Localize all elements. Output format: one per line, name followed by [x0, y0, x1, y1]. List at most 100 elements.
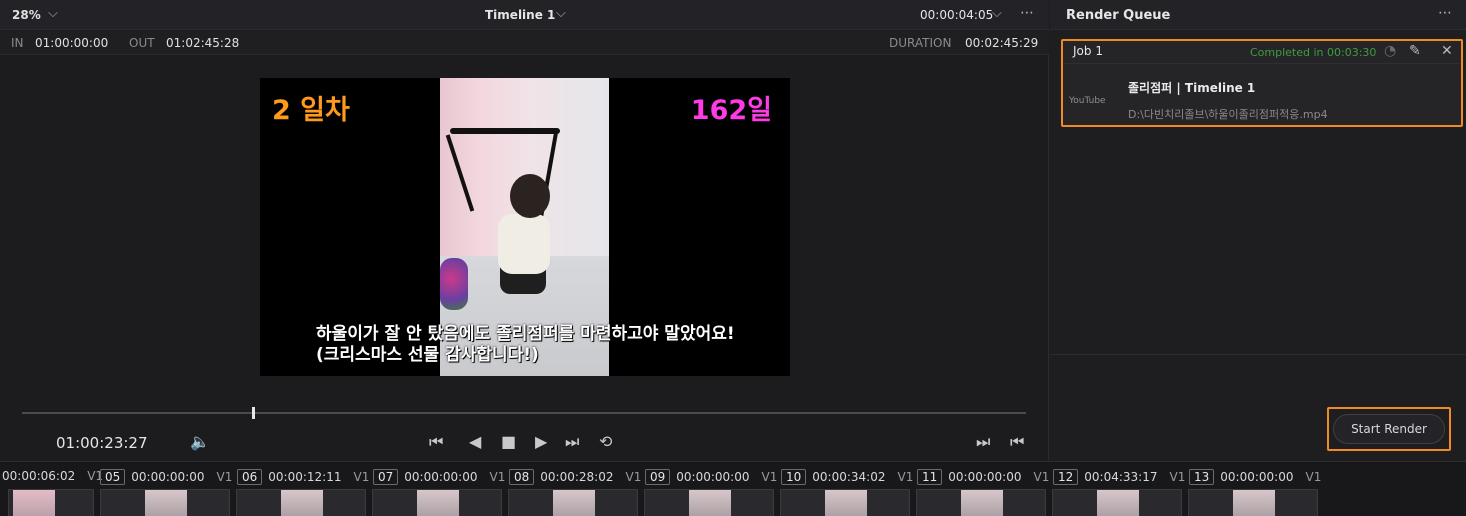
clip-timecode: 00:00:12:11 [268, 470, 342, 484]
clip-thumbnail-image [417, 490, 459, 516]
clip-number: 10 [781, 469, 807, 485]
clip-thumbnail-image [1233, 490, 1275, 516]
render-queue-title: Render Queue [1066, 8, 1171, 23]
render-queue-panel: Render Queue ⋯ Job 1 Completed in 00:03:… [1050, 0, 1466, 460]
remove-job-icon[interactable]: ✕ [1441, 43, 1453, 59]
previous-clip-icon[interactable]: ⏮ [1010, 432, 1024, 452]
clip-header[interactable]: 07 00:00:00:00 V1 [373, 469, 505, 485]
clip-thumbnail-image [689, 490, 731, 516]
resolve-deliver-page: 28% ⌵ Timeline 1 ⌵ 00:00:04:05 ⌵ ⋯ IN 01… [0, 0, 1466, 516]
subtitle-line-1: 하울이가 잘 안 탔음에도 졸리점퍼를 마련하고야 말았어요! [316, 324, 735, 344]
go-to-end-icon[interactable]: ⏭ [565, 432, 579, 452]
clip-thumbnail[interactable] [916, 489, 1046, 516]
in-out-bar: IN 01:00:00:00 OUT 01:02:45:28 DURATION … [0, 31, 1049, 55]
clip-thumbnail-image [553, 490, 595, 516]
stop-icon[interactable]: ■ [501, 432, 516, 451]
youtube-logo-icon: YouTube [1069, 96, 1106, 106]
job-status: Completed in 00:03:30 [1250, 46, 1377, 59]
clip-track: V1 [625, 470, 642, 484]
clip-timecode: 00:00:00:00 [676, 470, 750, 484]
edit-job-icon[interactable]: ✎ [1409, 43, 1421, 59]
clip-timecode: 00:04:33:17 [1084, 470, 1158, 484]
loop-icon[interactable]: ⟲ [599, 432, 612, 451]
clip-thumbnail-image [1097, 490, 1139, 516]
render-job-card[interactable]: Job 1 Completed in 00:03:30 ◔ ✎ ✕ YouTub… [1061, 39, 1463, 127]
render-queue-divider [1050, 354, 1466, 355]
render-queue-more-icon[interactable]: ⋯ [1438, 5, 1453, 21]
subtitle-line-2: (크리스마스 선물 감사합니다!) [316, 345, 539, 365]
clip-number: 12 [1053, 469, 1079, 485]
clip-track: V1 [489, 470, 506, 484]
clip-header[interactable]: 09 00:00:00:00 V1 [645, 469, 777, 485]
clip-number: 07 [373, 469, 399, 485]
volume-icon[interactable]: 🔈 [190, 432, 210, 451]
duration-label: DURATION [889, 36, 952, 50]
clip-header[interactable]: 00:00:06:02 V1 [2, 469, 103, 483]
play-icon[interactable]: ▶ [535, 432, 547, 451]
clip-header[interactable]: 10 00:00:34:02 V1 [781, 469, 913, 485]
clip-number: 06 [237, 469, 263, 485]
overlay-age-days: 162일 [690, 95, 772, 126]
clip-thumbnail[interactable] [1188, 489, 1318, 516]
clip-header[interactable]: 13 00:00:00:00 V1 [1189, 469, 1321, 485]
clip-thumbnail[interactable] [508, 489, 638, 516]
timecode-display[interactable]: 00:00:04:05 [920, 8, 993, 22]
scrubber-playhead[interactable] [251, 407, 255, 419]
clip-thumbnail-image [13, 490, 55, 516]
duration-timecode: 00:02:45:29 [965, 36, 1039, 50]
clip-thumbnail[interactable] [236, 489, 366, 516]
clip-header[interactable]: 08 00:00:28:02 V1 [509, 469, 641, 485]
clip-thumbnail[interactable] [372, 489, 502, 516]
timeline-title[interactable]: Timeline 1 [485, 8, 555, 22]
clip-header[interactable]: 05 00:00:00:00 V1 [100, 469, 232, 485]
clip-thumbnail[interactable] [100, 489, 230, 516]
clip-track: V1 [897, 470, 914, 484]
clip-track: V1 [1305, 470, 1322, 484]
job-output-title: 졸리점퍼 | Timeline 1 [1128, 81, 1256, 95]
clip-track: V1 [216, 470, 233, 484]
viewer-more-icon[interactable]: ⋯ [1020, 5, 1035, 21]
job-name: Job 1 [1073, 44, 1103, 58]
clip-thumbnail[interactable] [644, 489, 774, 516]
timecode-chevron-down-icon[interactable]: ⌵ [992, 6, 1002, 21]
clip-header[interactable]: 11 00:00:00:00 V1 [917, 469, 1049, 485]
clip-thumbnail[interactable] [780, 489, 910, 516]
viewer-panel: 28% ⌵ Timeline 1 ⌵ 00:00:04:05 ⌵ ⋯ IN 01… [0, 0, 1049, 460]
go-to-start-icon[interactable]: ⏮ [429, 432, 443, 452]
job-output-path: D:\다빈치리졸브\하울이졸리점퍼적응.mp4 [1128, 108, 1328, 121]
clip-timecode: 00:00:06:02 [2, 469, 76, 483]
video-subtitle: 하울이가 잘 안 탔음에도 졸리점퍼를 마련하고야 말았어요! (크리스마스 선… [316, 324, 735, 366]
zoom-chevron-down-icon[interactable]: ⌵ [48, 6, 58, 21]
clip-thumbnail[interactable] [8, 489, 94, 516]
zoom-level[interactable]: 28% [12, 8, 41, 22]
clip-timecode: 00:00:00:00 [948, 470, 1022, 484]
clip-timecode: 00:00:00:00 [1220, 470, 1294, 484]
clip-thumbnail[interactable] [1052, 489, 1182, 516]
clip-timecode: 00:00:34:02 [812, 470, 886, 484]
job-divider [1063, 63, 1461, 64]
overlay-day-count: 2 일차 [272, 95, 350, 126]
clip-header[interactable]: 12 00:04:33:17 V1 [1053, 469, 1185, 485]
playhead-timecode: 01:00:23:27 [56, 434, 148, 452]
clip-header[interactable]: 06 00:00:12:11 V1 [237, 469, 369, 485]
clip-timecode: 00:00:00:00 [131, 470, 205, 484]
scrubber-track[interactable] [22, 412, 1026, 414]
play-reverse-icon[interactable]: ◀ [469, 432, 481, 451]
timeline-chevron-down-icon[interactable]: ⌵ [556, 6, 566, 21]
start-render-highlight: Start Render [1327, 407, 1451, 451]
clip-timecode: 00:00:00:00 [404, 470, 478, 484]
start-render-button[interactable]: Start Render [1333, 414, 1445, 444]
video-frame: 2 일차 162일 하울이가 잘 안 탔음에도 졸리점퍼를 마련하고야 말았어요… [260, 78, 790, 376]
clip-track: V1 [1033, 470, 1050, 484]
in-label: IN [11, 36, 24, 50]
clip-number: 05 [100, 469, 126, 485]
in-timecode: 01:00:00:00 [35, 36, 109, 50]
next-clip-icon[interactable]: ⏭ [976, 432, 990, 452]
clip-track: V1 [353, 470, 370, 484]
clip-thumbnail-image [145, 490, 187, 516]
clip-track: V1 [1169, 470, 1186, 484]
clip-number: 11 [917, 469, 943, 485]
clip-number: 08 [509, 469, 535, 485]
clip-track: V1 [761, 470, 778, 484]
clip-thumbnail-image [825, 490, 867, 516]
